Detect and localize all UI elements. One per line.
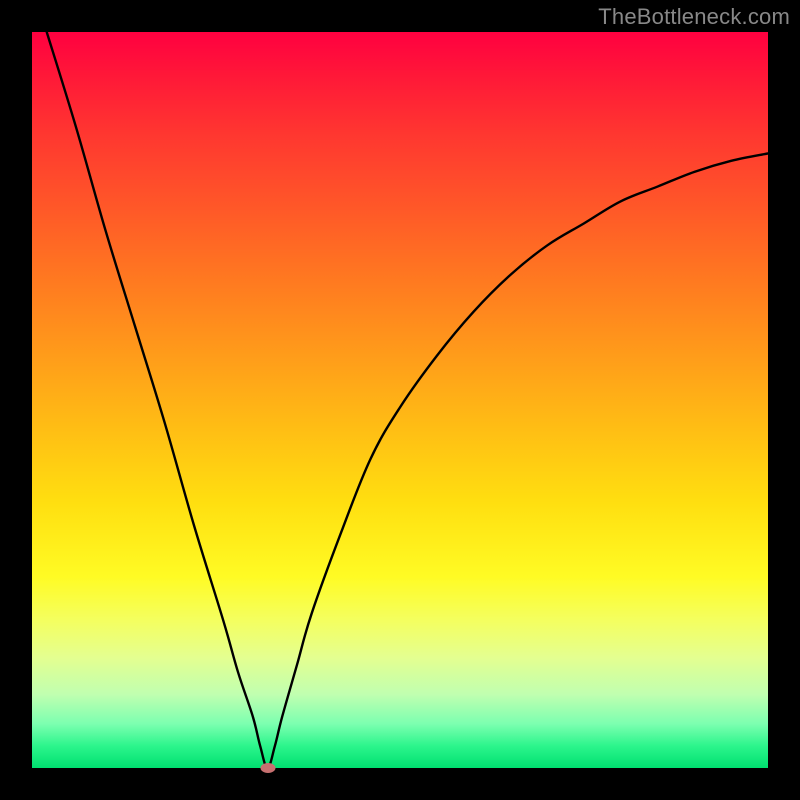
plot-area — [32, 32, 768, 768]
bottleneck-curve — [32, 32, 768, 768]
chart-frame: TheBottleneck.com — [0, 0, 800, 800]
watermark-text: TheBottleneck.com — [598, 4, 790, 30]
optimum-marker — [260, 763, 275, 773]
